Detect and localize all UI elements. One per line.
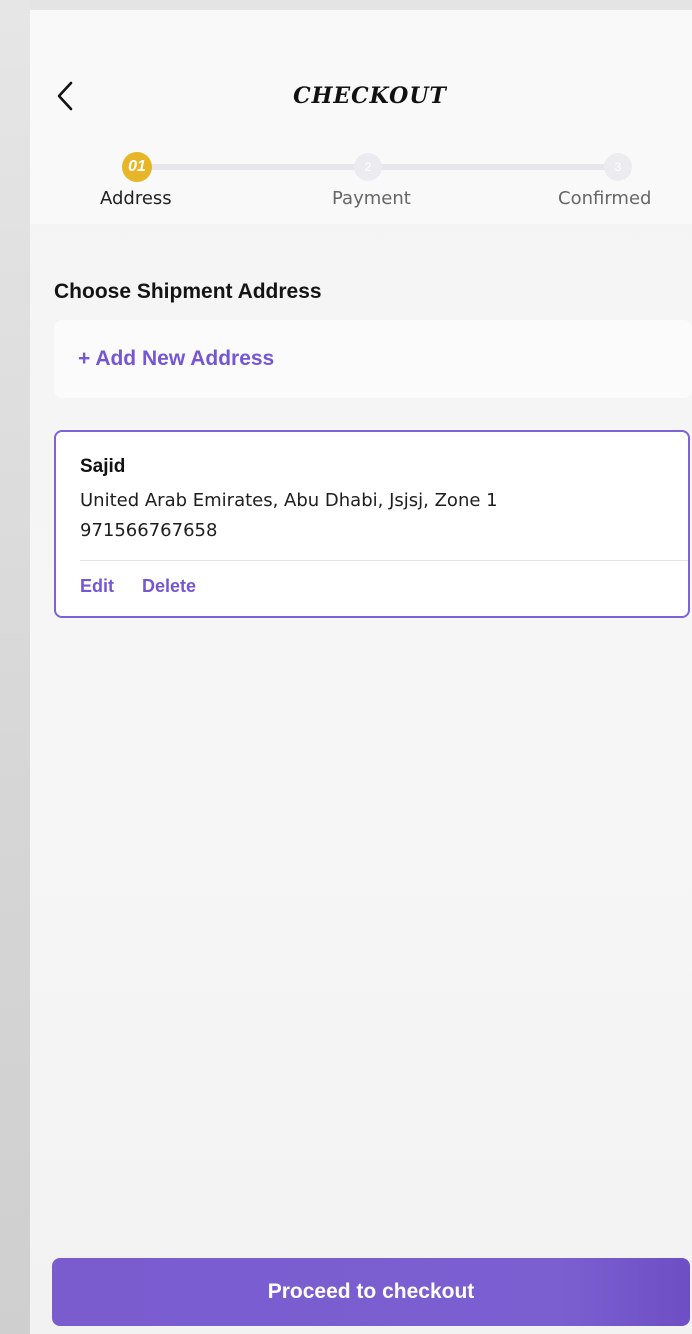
proceed-to-checkout-label: Proceed to checkout — [267, 1280, 475, 1303]
checkout-screen: CHECKOUT 01 2 3 Address Payment Confirme… — [30, 10, 692, 1334]
address-phone: 971566767658 — [80, 520, 218, 541]
step-2-dot: 2 — [354, 153, 382, 181]
delete-address-link[interactable]: Delete — [142, 576, 196, 597]
header: CHECKOUT 01 2 3 Address Payment Confirme… — [30, 10, 692, 224]
proceed-to-checkout-button[interactable]: Proceed to checkout — [52, 1258, 690, 1326]
background-top — [0, 0, 692, 10]
address-divider — [80, 560, 688, 561]
edit-address-link[interactable]: Edit — [80, 576, 114, 597]
section-title: Choose Shipment Address — [54, 280, 322, 303]
address-line: United Arab Emirates, Abu Dhabi, Jsjsj, … — [80, 490, 498, 511]
step-1-dot: 01 — [122, 152, 152, 182]
back-button[interactable] — [50, 78, 80, 114]
page-title: CHECKOUT — [293, 83, 447, 109]
step-3-dot: 3 — [604, 153, 632, 181]
background-left — [0, 0, 30, 1334]
step-1-label: Address — [100, 188, 172, 209]
add-new-address-label: + Add New Address — [78, 347, 275, 370]
add-new-address-button[interactable]: + Add New Address — [54, 320, 692, 398]
step-3-label: Confirmed — [558, 188, 652, 209]
address-card[interactable]: Sajid United Arab Emirates, Abu Dhabi, J… — [54, 430, 690, 618]
chevron-left-icon — [57, 81, 73, 111]
step-2-label: Payment — [332, 188, 411, 209]
address-name: Sajid — [80, 456, 126, 477]
